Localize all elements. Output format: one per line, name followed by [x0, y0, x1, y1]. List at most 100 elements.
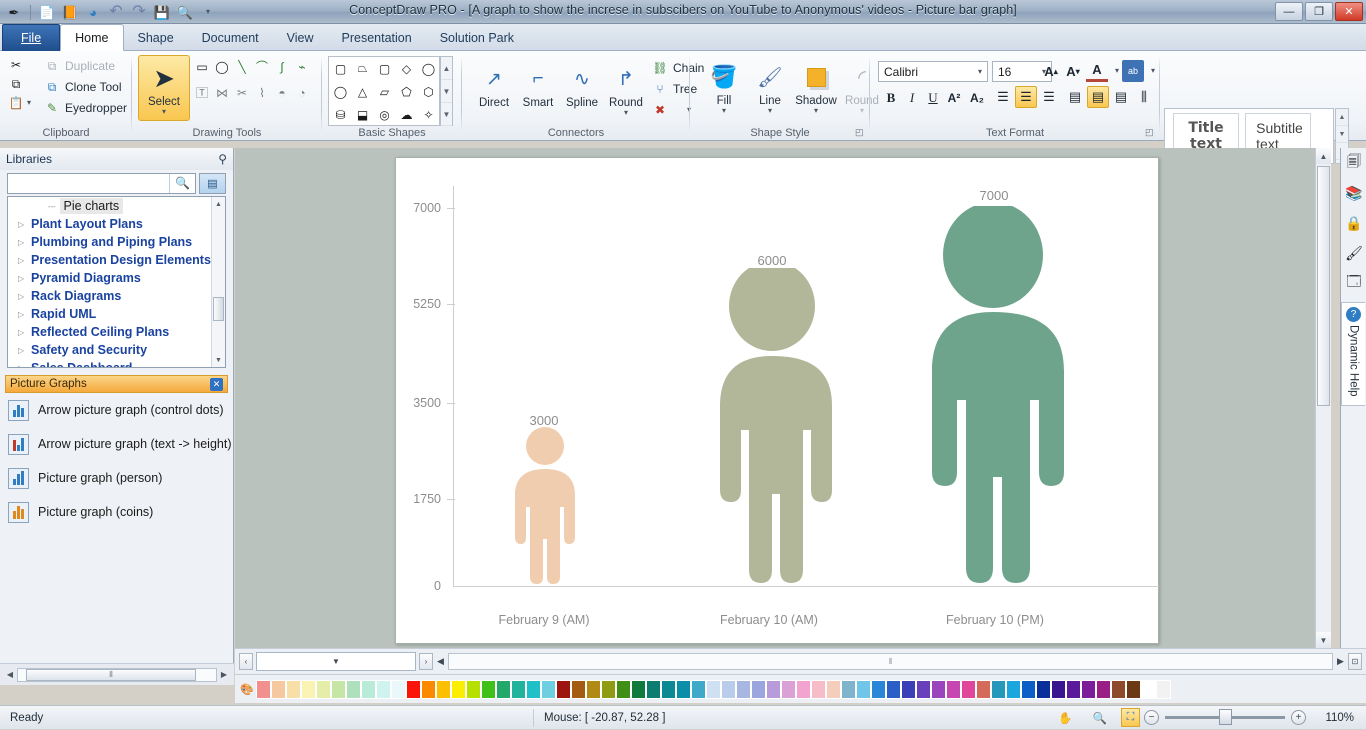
- tree-item-rack-diagrams[interactable]: ▷Rack Diagrams: [8, 287, 225, 305]
- eyedropper-button[interactable]: ✎ Eyedropper: [40, 97, 131, 118]
- color-swatch[interactable]: [751, 680, 766, 699]
- library-books-icon[interactable]: 📚: [1341, 178, 1366, 208]
- expand-arrow-icon[interactable]: ▷: [18, 364, 31, 369]
- color-swatch[interactable]: [376, 680, 391, 699]
- color-swatch[interactable]: [1096, 680, 1111, 699]
- tab-document[interactable]: Document: [188, 24, 273, 51]
- color-swatch[interactable]: [811, 680, 826, 699]
- color-swatch[interactable]: [451, 680, 466, 699]
- color-palette[interactable]: 🎨: [235, 674, 1366, 703]
- color-swatch[interactable]: [721, 680, 736, 699]
- superscript-button[interactable]: A²: [943, 87, 965, 109]
- align-top-button[interactable]: ▤: [1064, 86, 1086, 108]
- scroll-up-icon[interactable]: ▲: [441, 57, 452, 80]
- color-swatch[interactable]: [1036, 680, 1051, 699]
- color-swatch[interactable]: [661, 680, 676, 699]
- align-center-button[interactable]: ☰: [1015, 86, 1037, 108]
- fragment-icon[interactable]: ◔: [294, 85, 310, 101]
- list-item[interactable]: Picture graph (coins): [0, 495, 233, 529]
- layers-icon[interactable]: 🗐: [1341, 148, 1366, 178]
- tree-item-pie-charts[interactable]: ┄Pie charts: [8, 197, 225, 215]
- align-right-button[interactable]: ☰: [1038, 86, 1060, 108]
- shape-style-dialog-launcher[interactable]: ◰: [855, 127, 866, 138]
- shape-donut-icon[interactable]: ◎: [374, 105, 395, 125]
- select-tool-button[interactable]: ➤ Select ▾: [138, 55, 190, 121]
- basic-shapes-scrollbar[interactable]: ▲ ▼ ▼: [440, 56, 453, 126]
- line-button[interactable]: 🖌 Line ▾: [744, 55, 796, 115]
- text-tool-icon[interactable]: 🅃: [194, 85, 210, 101]
- color-swatch[interactable]: [766, 680, 781, 699]
- close-button[interactable]: ✕: [1335, 2, 1363, 21]
- join-icon[interactable]: ⌇: [254, 85, 270, 101]
- align-left-button[interactable]: ☰: [992, 86, 1014, 108]
- expand-arrow-icon[interactable]: ▷: [18, 346, 31, 355]
- person-bar-1[interactable]: [504, 427, 586, 586]
- shape-pentagon-icon[interactable]: ⬠: [396, 82, 417, 102]
- color-swatch[interactable]: [691, 680, 706, 699]
- color-swatch[interactable]: [826, 680, 841, 699]
- line-tool-icon[interactable]: ╲: [234, 59, 250, 75]
- shape-square-icon[interactable]: ▢: [330, 59, 351, 79]
- scroll-down-icon[interactable]: ▼: [441, 80, 452, 103]
- scroll-left-icon[interactable]: ◀: [436, 656, 445, 667]
- libraries-horizontal-scrollbar[interactable]: ◀ ⦀ ▶: [0, 663, 234, 685]
- text-direction-button[interactable]: ⫼: [1133, 86, 1155, 108]
- properties-icon[interactable]: 🗔: [1341, 268, 1366, 298]
- fit-to-window-button[interactable]: ⛶: [1117, 706, 1144, 730]
- color-swatch[interactable]: [976, 680, 991, 699]
- minimize-button[interactable]: —: [1275, 2, 1303, 21]
- color-swatch[interactable]: [931, 680, 946, 699]
- scroll-up-icon[interactable]: ▲: [1316, 148, 1331, 164]
- color-swatch[interactable]: [256, 680, 271, 699]
- color-swatch[interactable]: [301, 680, 316, 699]
- page-next-button[interactable]: ›: [419, 653, 433, 670]
- basic-shapes-gallery[interactable]: ▢ ⏢ ▢ ◇ ◯ ◯ △ ▱ ⬠ ⬡ ⛁ ⬓ ◎ ☁: [328, 56, 440, 126]
- close-icon[interactable]: ✕: [210, 378, 223, 391]
- color-swatch[interactable]: [901, 680, 916, 699]
- align-bottom-button[interactable]: ▤: [1110, 86, 1132, 108]
- shape-diamond-icon[interactable]: ◇: [396, 59, 417, 79]
- tree-item-reflected-ceiling-plans[interactable]: ▷Reflected Ceiling Plans: [8, 323, 225, 341]
- tree-item-plant-layout-plans[interactable]: ▷Plant Layout Plans: [8, 215, 225, 233]
- ellipse-tool-icon[interactable]: ◯: [214, 59, 230, 75]
- round-style-dropdown-icon[interactable]: ▾: [860, 107, 864, 115]
- color-swatch[interactable]: [796, 680, 811, 699]
- line-dropdown-icon[interactable]: ▾: [768, 107, 772, 115]
- list-item[interactable]: Arrow picture graph (text -> height): [0, 427, 233, 461]
- tab-home[interactable]: Home: [60, 24, 123, 51]
- fill-button[interactable]: 🪣 Fill ▾: [698, 55, 750, 115]
- libraries-tree[interactable]: ┄Pie charts ▷Plant Layout Plans ▷Plumbin…: [7, 196, 226, 368]
- scroll-up-icon[interactable]: ▲: [212, 197, 225, 211]
- lock-icon[interactable]: 🔒: [1341, 208, 1366, 238]
- search-icon[interactable]: 🔍: [169, 174, 195, 193]
- color-swatch[interactable]: [1111, 680, 1126, 699]
- document-page[interactable]: 7000 5250 3500 1750 0 3000: [395, 157, 1159, 644]
- zoom-tool-button[interactable]: 🔍: [1083, 706, 1117, 730]
- restore-button[interactable]: ❐: [1305, 2, 1333, 21]
- shape-hexagon-icon[interactable]: ⬡: [418, 82, 439, 102]
- color-swatch[interactable]: [1051, 680, 1066, 699]
- color-swatch[interactable]: [421, 680, 436, 699]
- scroll-right-icon[interactable]: ▶: [217, 670, 231, 679]
- search-input[interactable]: [8, 174, 169, 193]
- format-painter-icon[interactable]: 🖌: [1341, 238, 1366, 268]
- tree-scrollbar[interactable]: ▲ ▼: [211, 197, 225, 367]
- color-swatch[interactable]: [736, 680, 751, 699]
- scroll-down-icon[interactable]: ▼: [1316, 632, 1331, 648]
- trim-icon[interactable]: ✂: [234, 85, 250, 101]
- color-swatch[interactable]: [1156, 680, 1171, 699]
- color-swatch[interactable]: [1141, 680, 1156, 699]
- copy-icon[interactable]: ⧉: [8, 76, 24, 92]
- split-shape-icon[interactable]: ⋈: [214, 85, 230, 101]
- palette-swatches[interactable]: [256, 680, 1171, 699]
- italic-button[interactable]: I: [901, 87, 923, 109]
- color-swatch[interactable]: [406, 680, 421, 699]
- expand-arrow-icon[interactable]: ▷: [18, 238, 31, 247]
- font-color-button[interactable]: A: [1086, 60, 1108, 82]
- shape-circle-icon[interactable]: ◯: [330, 82, 351, 102]
- shape-triangle-icon[interactable]: △: [352, 82, 373, 102]
- color-swatch[interactable]: [346, 680, 361, 699]
- canvas-area[interactable]: 7000 5250 3500 1750 0 3000: [235, 148, 1331, 648]
- color-swatch[interactable]: [526, 680, 541, 699]
- highlight-dropdown[interactable]: ▾: [1142, 60, 1164, 82]
